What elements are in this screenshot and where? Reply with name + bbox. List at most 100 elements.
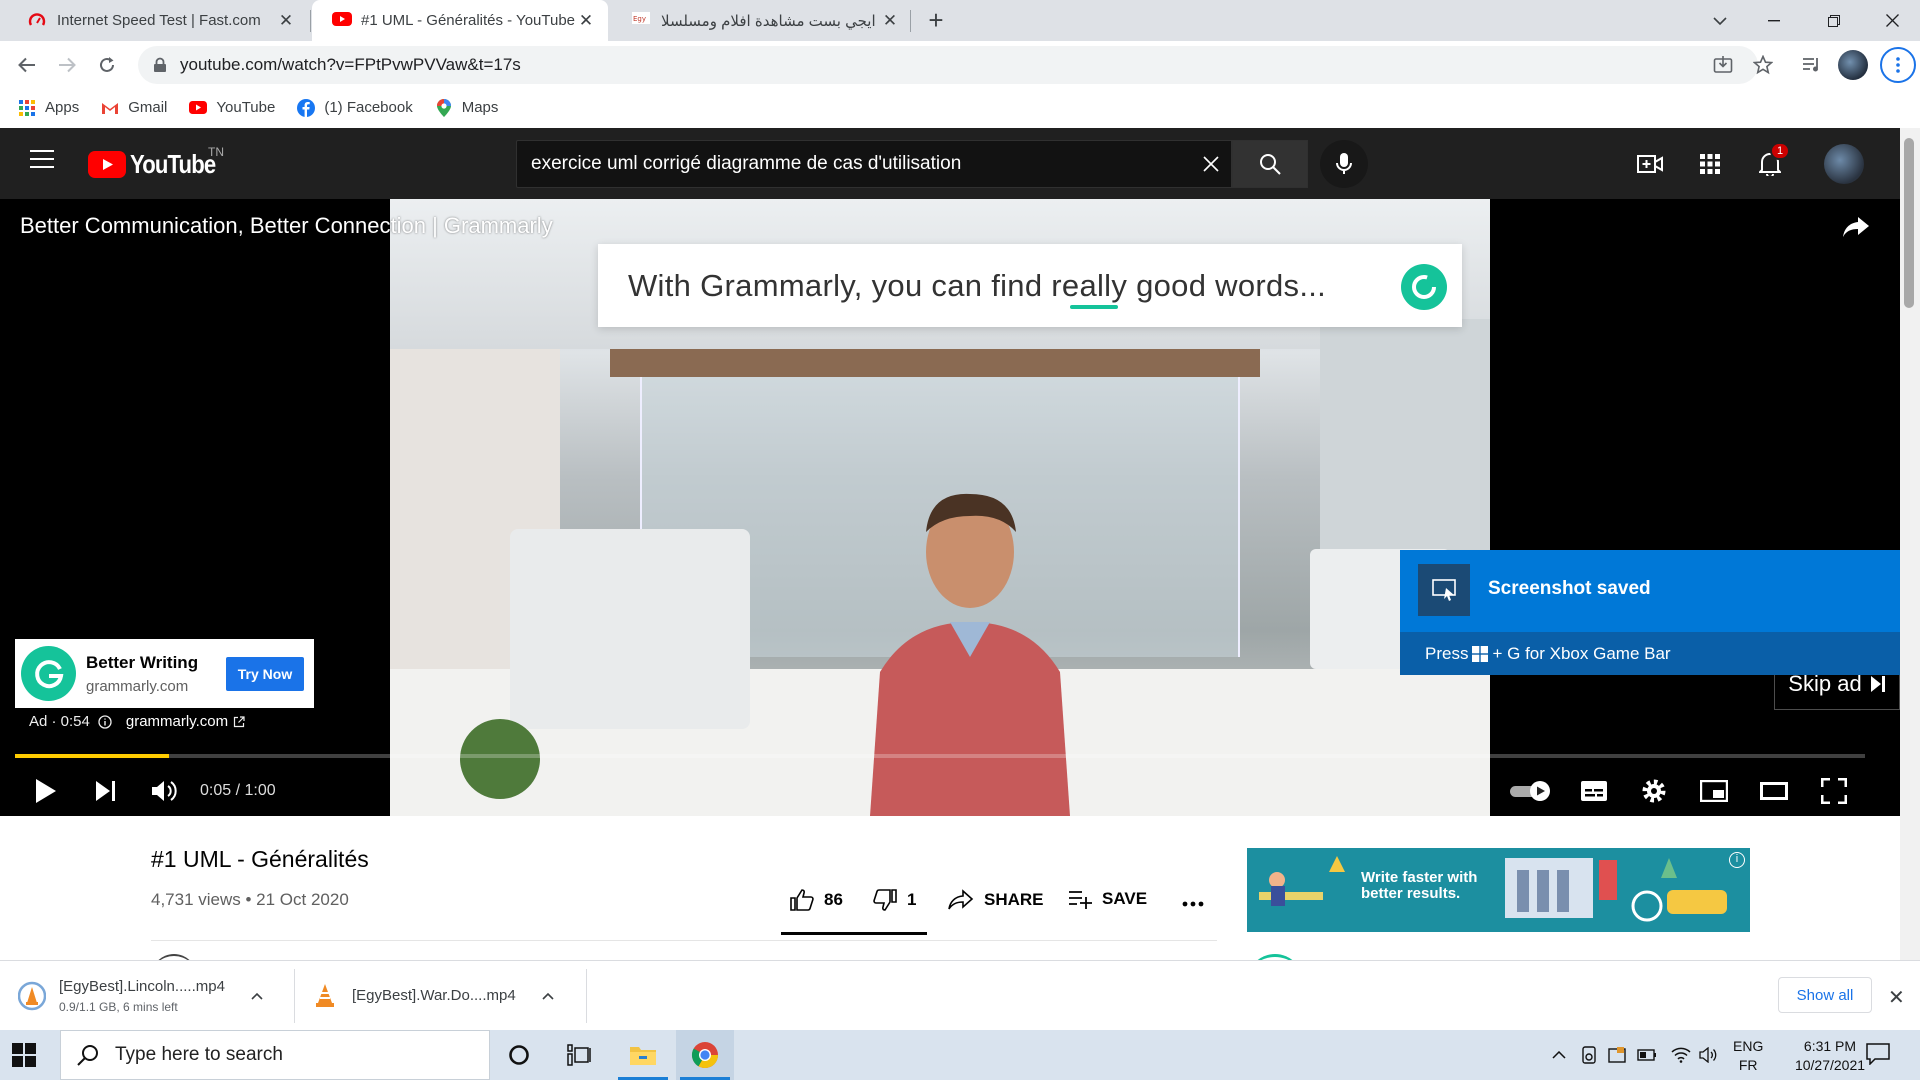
tab-fast-com[interactable]: Internet Speed Test | Fast.com ✕ — [8, 0, 308, 41]
vlc-cone-icon — [316, 984, 334, 1007]
wifi-icon[interactable] — [1670, 1045, 1692, 1065]
bookmark-facebook[interactable]: (1) Facebook — [297, 98, 413, 117]
create-video-button[interactable] — [1636, 150, 1664, 178]
search-button[interactable] — [1232, 140, 1308, 188]
search-icon — [77, 1045, 98, 1066]
media-control-button[interactable] — [1800, 53, 1824, 77]
reload-button[interactable] — [91, 49, 123, 81]
bookmark-youtube[interactable]: YouTube — [189, 99, 275, 117]
save-button[interactable]: SAVE — [1068, 889, 1147, 909]
ad-domain-link[interactable]: grammarly.com — [126, 713, 228, 730]
more-actions-button[interactable] — [1182, 901, 1204, 907]
close-window-button[interactable] — [1864, 0, 1920, 41]
taskbar-clock[interactable]: 6:31 PM 10/27/2021 — [1788, 1037, 1872, 1075]
sidebar-ad-banner[interactable]: Write faster with better results. i — [1247, 848, 1750, 932]
action-center-button[interactable] — [1866, 1043, 1892, 1067]
chrome-taskbar-button[interactable] — [676, 1030, 734, 1080]
share-arrow-icon — [948, 889, 974, 910]
volume-icon[interactable] — [1698, 1045, 1720, 1065]
bookmark-gmail[interactable]: Gmail — [101, 99, 167, 117]
arrow-right-icon — [59, 57, 76, 73]
arrow-left-icon — [18, 57, 35, 73]
back-button[interactable] — [11, 49, 43, 81]
youtube-account-avatar[interactable] — [1824, 144, 1864, 184]
restore-button[interactable] — [1806, 0, 1862, 41]
tray-device-icon[interactable] — [1578, 1045, 1600, 1065]
video-progress-bar[interactable] — [15, 754, 1865, 758]
bookmark-apps[interactable]: Apps — [18, 99, 79, 117]
tab-close-icon[interactable]: ✕ — [278, 12, 294, 29]
voice-search-button[interactable] — [1320, 140, 1368, 188]
reload-icon — [100, 57, 114, 72]
hamburger-menu-button[interactable] — [30, 150, 58, 176]
subtitles-button[interactable] — [1578, 773, 1610, 809]
notifications-button[interactable]: 1 — [1756, 142, 1791, 178]
play-button[interactable] — [30, 773, 62, 809]
show-all-downloads-button[interactable]: Show all — [1778, 977, 1872, 1013]
fullscreen-button[interactable] — [1818, 773, 1850, 809]
ad-card-domain: grammarly.com — [86, 677, 189, 695]
share-button[interactable]: SHARE — [948, 889, 1044, 911]
tab-close-icon[interactable]: ✕ — [578, 12, 594, 29]
battery-icon[interactable] — [1636, 1045, 1658, 1065]
folder-icon — [630, 1047, 656, 1065]
clear-search-button[interactable] — [1191, 144, 1231, 184]
search-icon — [1260, 154, 1281, 175]
tab-close-icon[interactable]: ✕ — [882, 12, 898, 29]
youtube-search-box[interactable] — [516, 140, 1232, 188]
forward-button[interactable] — [51, 49, 83, 81]
ad-companion-card[interactable]: Better Writing grammarly.com Try Now — [15, 639, 314, 708]
download-item[interactable]: [EgyBest].War.Do....mp4 — [314, 961, 554, 1031]
close-shelf-button[interactable]: ✕ — [1888, 985, 1905, 1010]
download-item[interactable]: [EgyBest].Lincoln.....mp4 0.9/1.1 GB, 6 … — [18, 961, 263, 1031]
chevron-up-icon[interactable] — [542, 992, 554, 1000]
profile-avatar[interactable] — [1838, 50, 1868, 80]
cortana-button[interactable] — [490, 1030, 548, 1080]
video-player[interactable]: With Grammarly, you can find really good… — [0, 199, 1900, 816]
youtube-icon — [189, 99, 208, 117]
youtube-logo[interactable]: YouTube TN — [88, 145, 230, 180]
autoplay-toggle[interactable] — [1508, 773, 1554, 809]
bookmark-star-button[interactable] — [1751, 53, 1775, 77]
share-label: SHARE — [984, 890, 1044, 909]
settings-button[interactable] — [1638, 773, 1670, 809]
tab-youtube[interactable]: #1 UML - Généralités - YouTube ✕ — [312, 0, 608, 41]
scrollbar-thumb[interactable] — [1904, 138, 1914, 308]
info-icon[interactable] — [98, 714, 112, 729]
tab-title: ايجي بست مشاهدة افلام ومسلسلا — [661, 12, 876, 30]
page-scrollbar[interactable] — [1900, 128, 1920, 960]
cortana-circle-icon — [509, 1045, 529, 1065]
player-share-button[interactable] — [1842, 215, 1870, 243]
bookmark-maps[interactable]: Maps — [435, 98, 498, 117]
dislike-button[interactable]: 1 — [873, 889, 916, 911]
ad-info-icon[interactable]: i — [1729, 852, 1745, 868]
chrome-menu-button[interactable] — [1880, 47, 1916, 83]
youtube-search-input[interactable] — [517, 153, 1191, 175]
install-app-button[interactable] — [1711, 53, 1735, 77]
address-bar[interactable]: youtube.com/watch?v=FPtPvwPVVaw&t=17s — [138, 46, 1758, 84]
tab-egybest[interactable]: Egy ايجي بست مشاهدة افلام ومسلسلا ✕ — [612, 0, 912, 41]
tray-app-icon[interactable] — [1606, 1045, 1628, 1065]
screenshot-saved-toast[interactable]: Screenshot saved Press + G for Xbox Game… — [1400, 550, 1900, 675]
task-view-button[interactable] — [550, 1030, 608, 1080]
tab-search-button[interactable] — [1692, 0, 1748, 41]
chevron-up-icon[interactable] — [251, 992, 263, 1000]
video-title: #1 UML - Généralités — [151, 846, 369, 872]
taskbar-search-box[interactable]: Type here to search — [60, 1030, 490, 1080]
try-now-button[interactable]: Try Now — [226, 657, 304, 691]
volume-button[interactable] — [148, 773, 180, 809]
next-button[interactable] — [90, 773, 122, 809]
new-tab-button[interactable]: + — [924, 7, 948, 33]
start-button[interactable] — [12, 1043, 36, 1067]
apps-button[interactable] — [1696, 150, 1724, 178]
time-display: 0:05 / 1:00 — [200, 782, 276, 799]
like-button[interactable]: 86 — [790, 889, 843, 911]
tray-overflow-chevron[interactable] — [1548, 1045, 1570, 1065]
file-explorer-button[interactable] — [614, 1030, 672, 1080]
minimize-button[interactable] — [1746, 0, 1802, 41]
divider — [586, 969, 587, 1023]
theater-mode-button[interactable] — [1758, 773, 1790, 809]
language-indicator[interactable]: ENG FR — [1733, 1037, 1763, 1075]
player-video-title[interactable]: Better Communication, Better Connection … — [20, 213, 553, 239]
miniplayer-button[interactable] — [1698, 773, 1730, 809]
